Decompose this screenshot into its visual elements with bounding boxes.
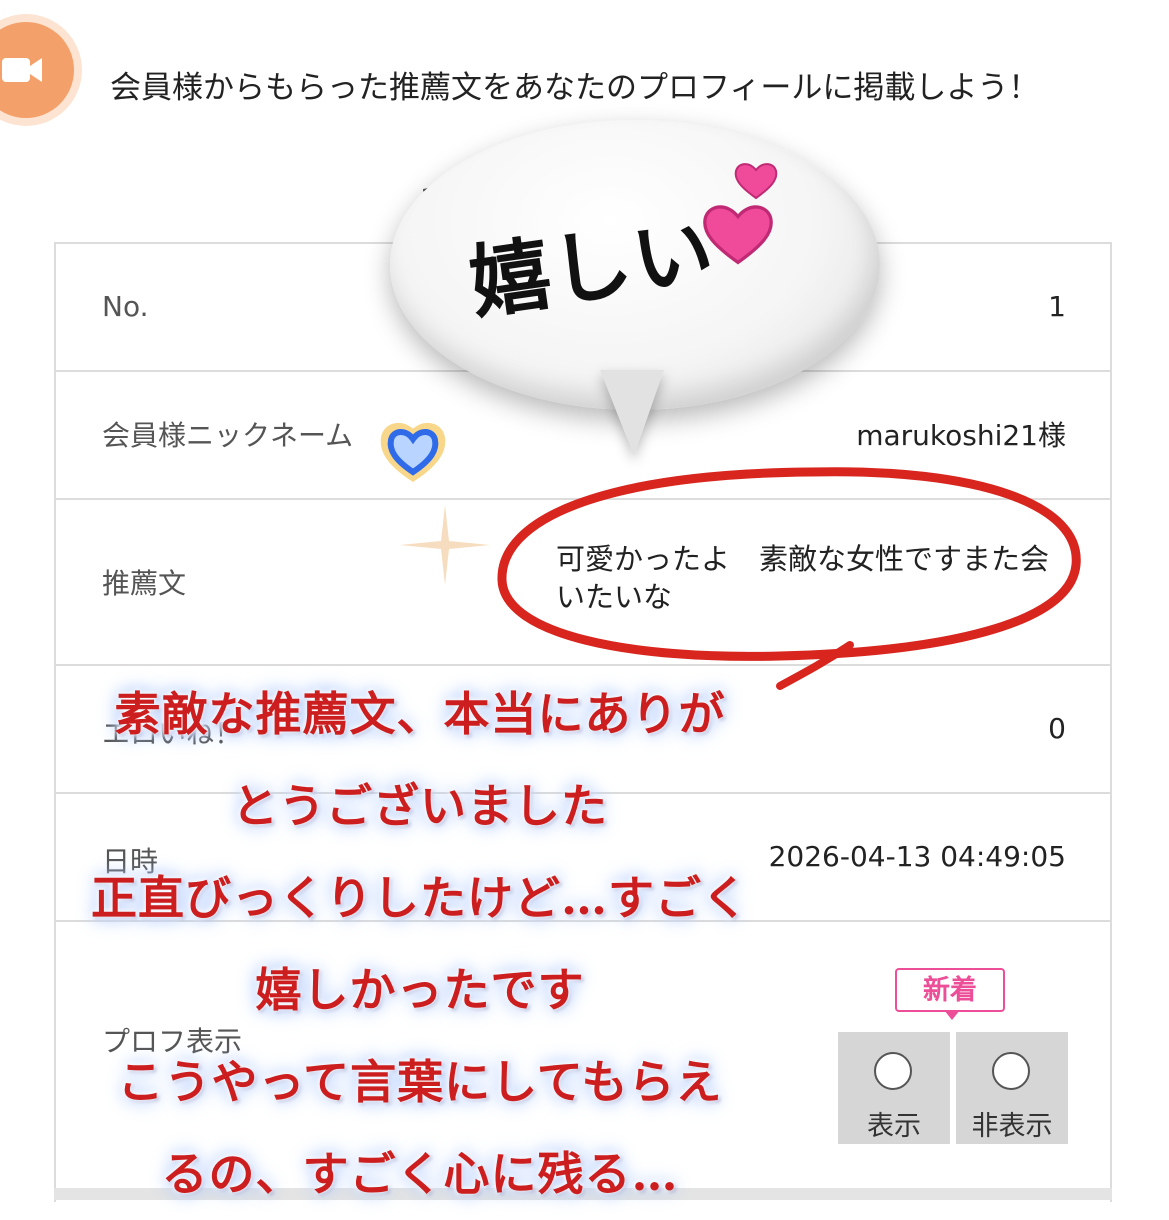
overlay-line: とうございました [232, 779, 608, 833]
show-radio[interactable] [874, 1052, 912, 1090]
blue-heart-icon [380, 423, 446, 482]
hide-label: 非表示 [971, 1111, 1053, 1142]
row-value-likes: 0 [1048, 712, 1066, 745]
hide-radio[interactable] [992, 1052, 1030, 1090]
overlay-line: 嬉しかったです [255, 963, 585, 1017]
show-label: 表示 [867, 1111, 921, 1142]
new-badge: 新着 [895, 968, 1005, 1012]
speech-bubble-tail [600, 370, 664, 456]
pink-heart-icon [703, 205, 773, 265]
row-value-no: 1 [1048, 290, 1066, 323]
overlay-line: こうやって言葉にしてもらえ [117, 1055, 723, 1109]
show-toggle-button[interactable]: 表示 [838, 1032, 950, 1144]
hide-toggle-button[interactable]: 非表示 [956, 1032, 1068, 1144]
red-circle-annotation [497, 467, 1081, 690]
row-label-recommendation: 推薦文 [102, 567, 187, 600]
pink-heart-icon [734, 163, 778, 200]
overlay-line: るの、すごく心に残る… [161, 1147, 679, 1201]
overlay-line: 正直びっくりしたけど…すごく [91, 871, 749, 925]
video-camera-icon [0, 22, 74, 118]
page-headline: 会員様からもらった推薦文をあなたのプロフィールに掲載しよう！ [110, 70, 1040, 106]
row-value-nickname: marukoshi21様 [856, 419, 1066, 452]
sparkle-icon [400, 505, 490, 585]
overlay-line: 素敵な推薦文、本当にありが [114, 687, 726, 741]
overlay-message: 素敵な推薦文、本当にありが とうございました 正直びっくりしたけど…すごく 嬉し… [0, 668, 840, 1220]
row-label-no: No. [102, 290, 149, 323]
row-label-nickname: 会員様ニックネーム [102, 419, 354, 452]
badge-pointer [944, 1010, 960, 1020]
